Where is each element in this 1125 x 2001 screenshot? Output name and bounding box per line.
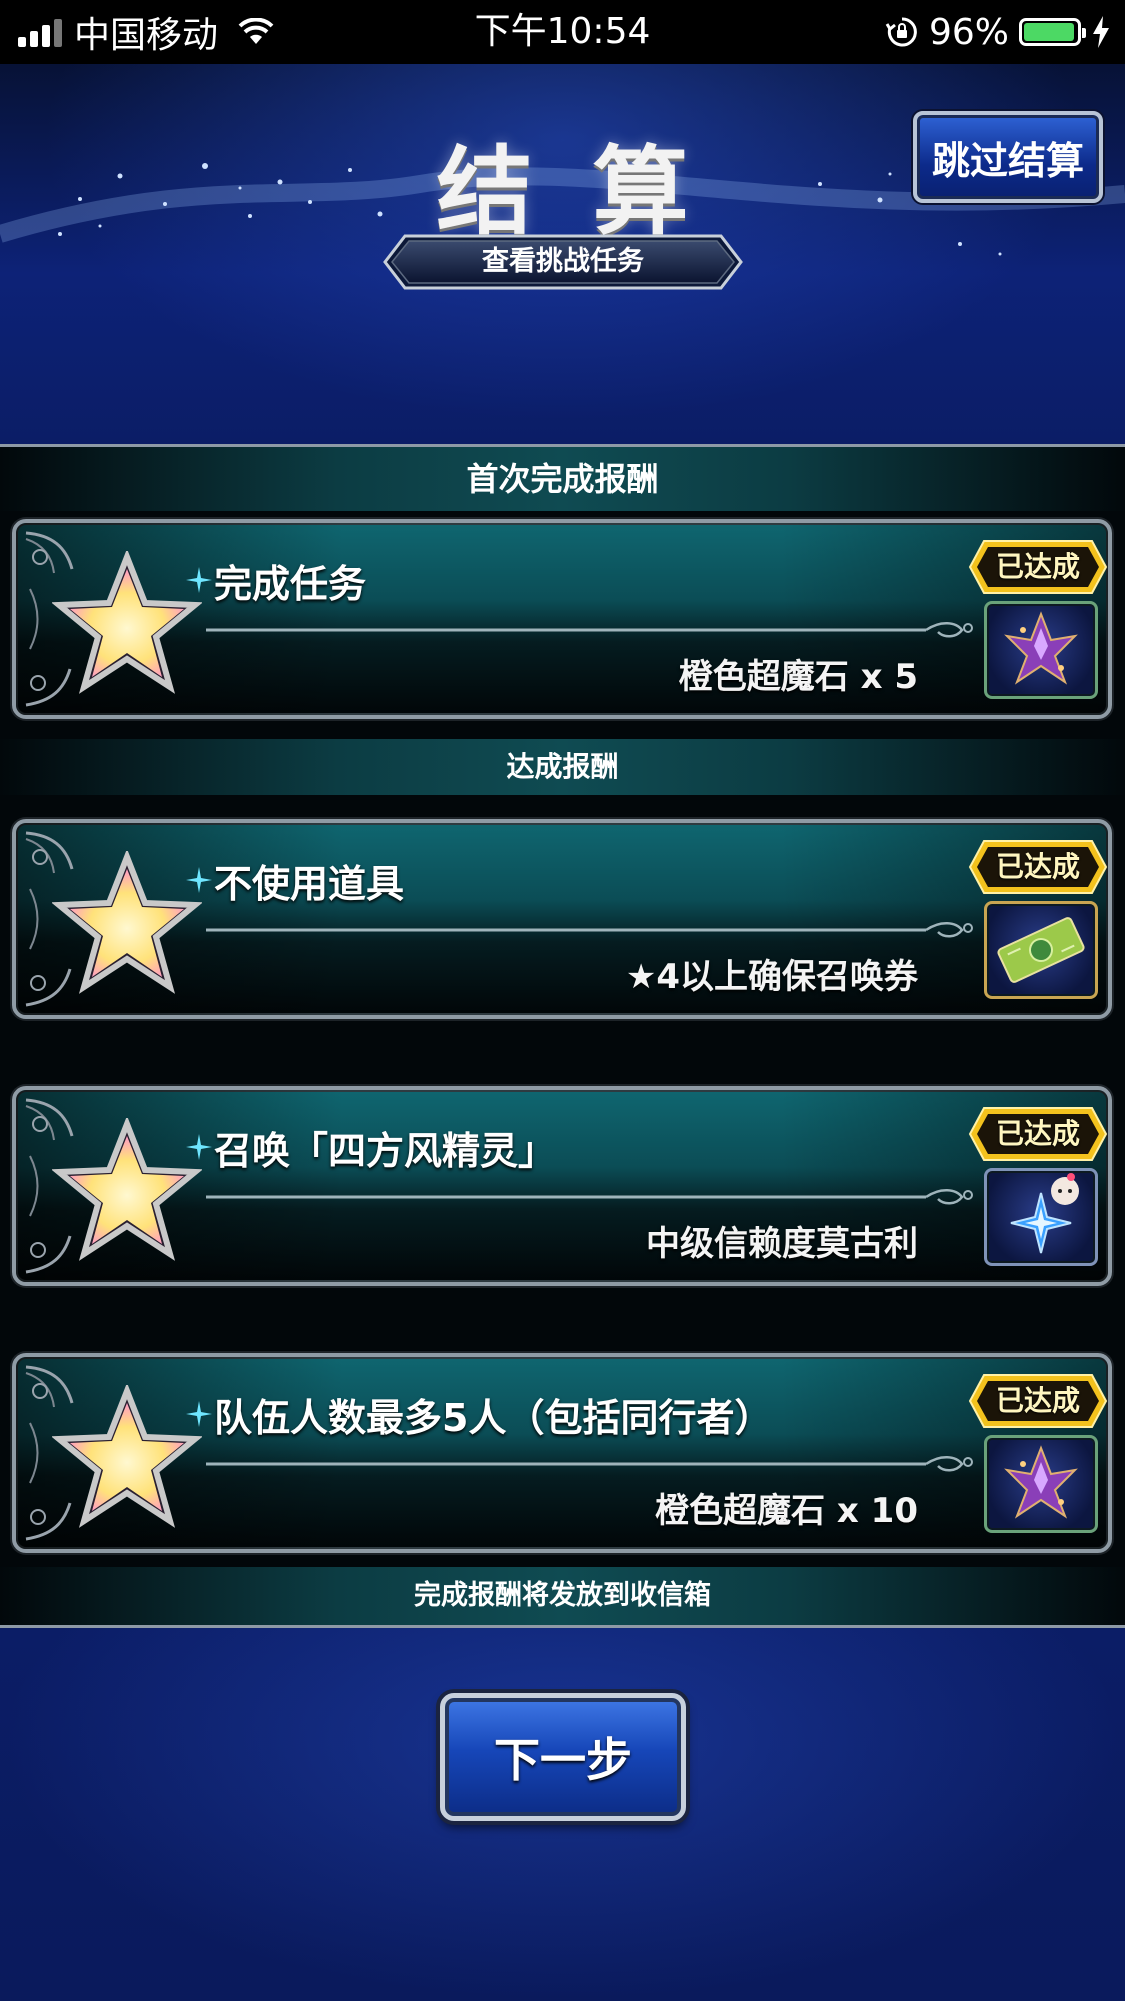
- reward-text: ★4以上确保召唤券: [625, 957, 918, 997]
- view-challenge-missions-label: 查看挑战任务: [482, 246, 644, 277]
- sparkle-icon: [186, 867, 212, 893]
- battery-icon: [1019, 18, 1086, 46]
- sparkle-icon: [186, 1401, 212, 1427]
- mission-name: 队伍人数最多5人（包括同行者）: [214, 1396, 773, 1440]
- crystal-icon[interactable]: [984, 601, 1098, 699]
- star-icon: [52, 551, 202, 694]
- ornament-divider: [206, 1456, 973, 1472]
- achieved-badge: 已达成: [968, 1373, 1108, 1429]
- achieved-label: 已达成: [995, 550, 1080, 583]
- reward-text: 橙色超魔石 x 5: [678, 657, 918, 697]
- view-challenge-missions-button[interactable]: 查看挑战任务: [383, 234, 743, 290]
- reward-text: 橙色超魔石 x 10: [655, 1491, 918, 1531]
- achieved-label: 已达成: [995, 850, 1080, 883]
- status-bar: 中国移动 下午10:54 96%: [0, 0, 1125, 64]
- star-icon: [52, 851, 202, 994]
- moogle-icon[interactable]: [984, 1168, 1098, 1266]
- sparkle-icon: [186, 567, 212, 593]
- mission-card: 队伍人数最多5人（包括同行者） 橙色超魔石 x 10 已达成: [12, 1353, 1112, 1553]
- battery-percent: 96%: [928, 11, 1009, 53]
- ornament-divider: [206, 922, 973, 938]
- mission-name: 完成任务: [214, 562, 367, 606]
- achieved-badge: 已达成: [968, 839, 1108, 895]
- next-button[interactable]: 下一步: [440, 1693, 686, 1821]
- star-icon: [52, 1385, 202, 1528]
- orientation-lock-icon: [885, 17, 917, 47]
- mission-card: 召唤「四方风精灵」 中级信赖度莫古利 已达成: [12, 1086, 1112, 1286]
- footer-area: 下一步: [0, 1628, 1125, 2001]
- sparkle-icon: [186, 1134, 212, 1160]
- crystal-icon[interactable]: [984, 1435, 1098, 1533]
- achieved-badge: 已达成: [968, 539, 1108, 595]
- section-achievement: 达成报酬: [0, 739, 1125, 795]
- achieved-badge: 已达成: [968, 1106, 1108, 1162]
- mission-card: 完成任务 橙色超魔石 x 5 已达成: [12, 519, 1112, 719]
- mission-name: 召唤「四方风精灵」: [214, 1129, 557, 1173]
- reward-notice: 完成报酬将发放到收信箱: [0, 1567, 1125, 1625]
- rewards-panel: 首次完成报酬 完成任务 橙色超魔石 x 5 已达成 达成报酬 不使用道具 ★4以…: [0, 444, 1125, 1628]
- reward-text: 中级信赖度莫古利: [646, 1224, 918, 1264]
- charging-icon: [1093, 16, 1109, 48]
- ticket-icon[interactable]: [984, 901, 1098, 999]
- mission-card: 不使用道具 ★4以上确保召唤券 已达成: [12, 819, 1112, 1019]
- result-header: 结算 跳过结算 查看挑战任务: [0, 64, 1125, 444]
- section-first-clear: 首次完成报酬: [0, 447, 1125, 511]
- ornament-divider: [206, 622, 973, 638]
- achieved-label: 已达成: [995, 1117, 1080, 1150]
- achieved-label: 已达成: [995, 1384, 1080, 1417]
- mission-name: 不使用道具: [214, 862, 405, 906]
- skip-result-button[interactable]: 跳过结算: [913, 111, 1103, 203]
- ornament-divider: [206, 1189, 973, 1205]
- star-icon: [52, 1118, 202, 1261]
